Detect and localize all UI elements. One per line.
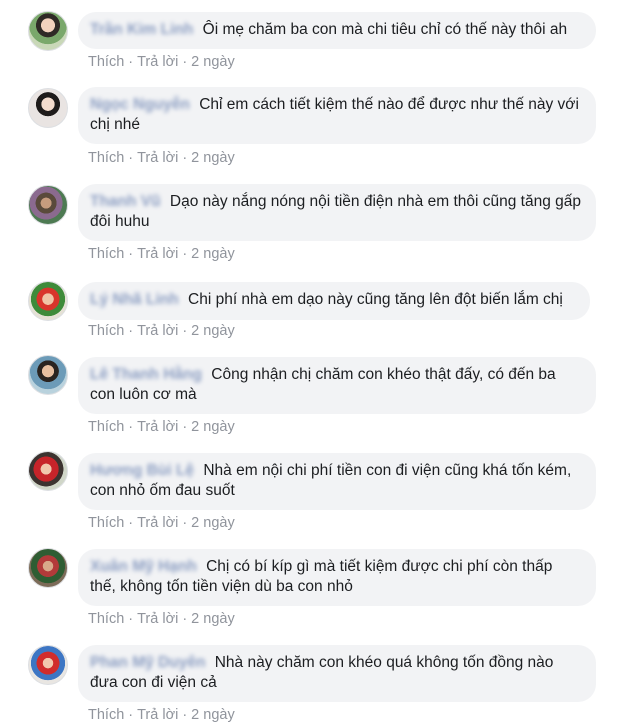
like-link[interactable]: Thích (88, 150, 124, 166)
comment-author[interactable]: Lê Thanh Hằng (90, 366, 202, 383)
separator-dot: · (182, 419, 188, 435)
separator-dot: · (182, 515, 188, 531)
like-link[interactable]: Thích (88, 611, 124, 627)
separator-dot: · (128, 419, 134, 435)
like-link[interactable]: Thích (88, 54, 124, 70)
comment-actions: Thích · Trả lời · 2 ngày (88, 707, 235, 723)
comment-time[interactable]: 2 ngày (191, 323, 235, 339)
comment-bubble: Phan Mỹ Duyên Nhà này chăm con khéo quá … (78, 645, 596, 702)
separator-dot: · (128, 54, 134, 70)
comment-actions: Thích · Trả lời · 2 ngày (88, 246, 235, 262)
comment-author[interactable]: Phan Mỹ Duyên (90, 654, 205, 671)
avatar[interactable] (28, 548, 68, 588)
comment-time[interactable]: 2 ngày (191, 707, 235, 723)
comment-author[interactable]: Hương Bùi Lệ (90, 462, 194, 479)
avatar[interactable] (28, 355, 68, 395)
like-link[interactable]: Thích (88, 323, 124, 339)
comment-time[interactable]: 2 ngày (191, 54, 235, 70)
like-link[interactable]: Thích (88, 419, 124, 435)
reply-link[interactable]: Trả lời (137, 611, 178, 627)
comment-time[interactable]: 2 ngày (191, 419, 235, 435)
comment-actions: Thích · Trả lời · 2 ngày (88, 515, 235, 531)
comment-bubble: Hương Bùi Lệ Nhà em nội chi phí tiền con… (78, 453, 596, 510)
separator-dot: · (128, 707, 134, 723)
separator-dot: · (182, 707, 188, 723)
comment-actions: Thích · Trả lời · 2 ngày (88, 419, 235, 435)
comment-author[interactable]: Xuân Mỹ Hạnh (90, 558, 197, 575)
reply-link[interactable]: Trả lời (137, 150, 178, 166)
reply-link[interactable]: Trả lời (137, 515, 178, 531)
separator-dot: · (182, 150, 188, 166)
like-link[interactable]: Thích (88, 707, 124, 723)
comment-actions: Thích · Trả lời · 2 ngày (88, 323, 235, 339)
separator-dot: · (128, 515, 134, 531)
separator-dot: · (128, 150, 134, 166)
avatar[interactable] (28, 645, 68, 685)
like-link[interactable]: Thích (88, 515, 124, 531)
comment-time[interactable]: 2 ngày (191, 150, 235, 166)
cropped-header-left (30, 0, 34, 6)
separator-dot: · (128, 611, 134, 627)
separator-dot: · (182, 323, 188, 339)
avatar[interactable] (28, 185, 68, 225)
reply-link[interactable]: Trả lời (137, 323, 178, 339)
comment-time[interactable]: 2 ngày (191, 246, 235, 262)
separator-dot: · (182, 611, 188, 627)
separator-dot: · (128, 246, 134, 262)
reply-link[interactable]: Trả lời (137, 246, 178, 262)
comment-time[interactable]: 2 ngày (191, 515, 235, 531)
comment-bubble: Thanh Vũ Dạo này nắng nóng nội tiền điện… (78, 184, 596, 241)
reply-link[interactable]: Trả lời (137, 54, 178, 70)
like-link[interactable]: Thích (88, 246, 124, 262)
comment-bubble: Ngọc Nguyễn Chỉ em cách tiết kiệm thế nà… (78, 87, 596, 144)
comment-text: Chi phí nhà em dạo này cũng tăng lên đột… (188, 291, 563, 308)
comment-bubble: Trần Kim Linh Ôi mẹ chăm ba con mà chi t… (78, 12, 596, 49)
separator-dot: · (182, 54, 188, 70)
avatar[interactable] (28, 88, 68, 128)
top-cropped-bar (0, 0, 637, 8)
comment-text: Ôi mẹ chăm ba con mà chi tiêu chỉ có thế… (202, 21, 568, 38)
separator-dot: · (128, 323, 134, 339)
comment-bubble: Xuân Mỹ Hạnh Chị có bí kíp gì mà tiết ki… (78, 549, 596, 606)
comment-author[interactable]: Ngọc Nguyễn (90, 96, 190, 113)
comment-actions: Thích · Trả lời · 2 ngày (88, 611, 235, 627)
comment-actions: Thích · Trả lời · 2 ngày (88, 54, 235, 70)
reply-link[interactable]: Trả lời (137, 419, 178, 435)
comment-time[interactable]: 2 ngày (191, 611, 235, 627)
avatar[interactable] (28, 11, 68, 51)
separator-dot: · (182, 246, 188, 262)
comment-bubble: Lý Nhã Linh Chi phí nhà em dạo này cũng … (78, 282, 590, 320)
comment-author[interactable]: Thanh Vũ (90, 193, 161, 210)
avatar[interactable] (28, 451, 68, 491)
cropped-header-right (623, 0, 627, 6)
comment-author[interactable]: Trần Kim Linh (90, 21, 193, 38)
comment-text: Dạo này nắng nóng nội tiền điện nhà em t… (90, 193, 581, 230)
comment-actions: Thích · Trả lời · 2 ngày (88, 150, 235, 166)
reply-link[interactable]: Trả lời (137, 707, 178, 723)
comment-author[interactable]: Lý Nhã Linh (90, 291, 179, 308)
comment-bubble: Lê Thanh Hằng Công nhận chị chăm con khé… (78, 357, 596, 414)
avatar[interactable] (28, 281, 68, 321)
